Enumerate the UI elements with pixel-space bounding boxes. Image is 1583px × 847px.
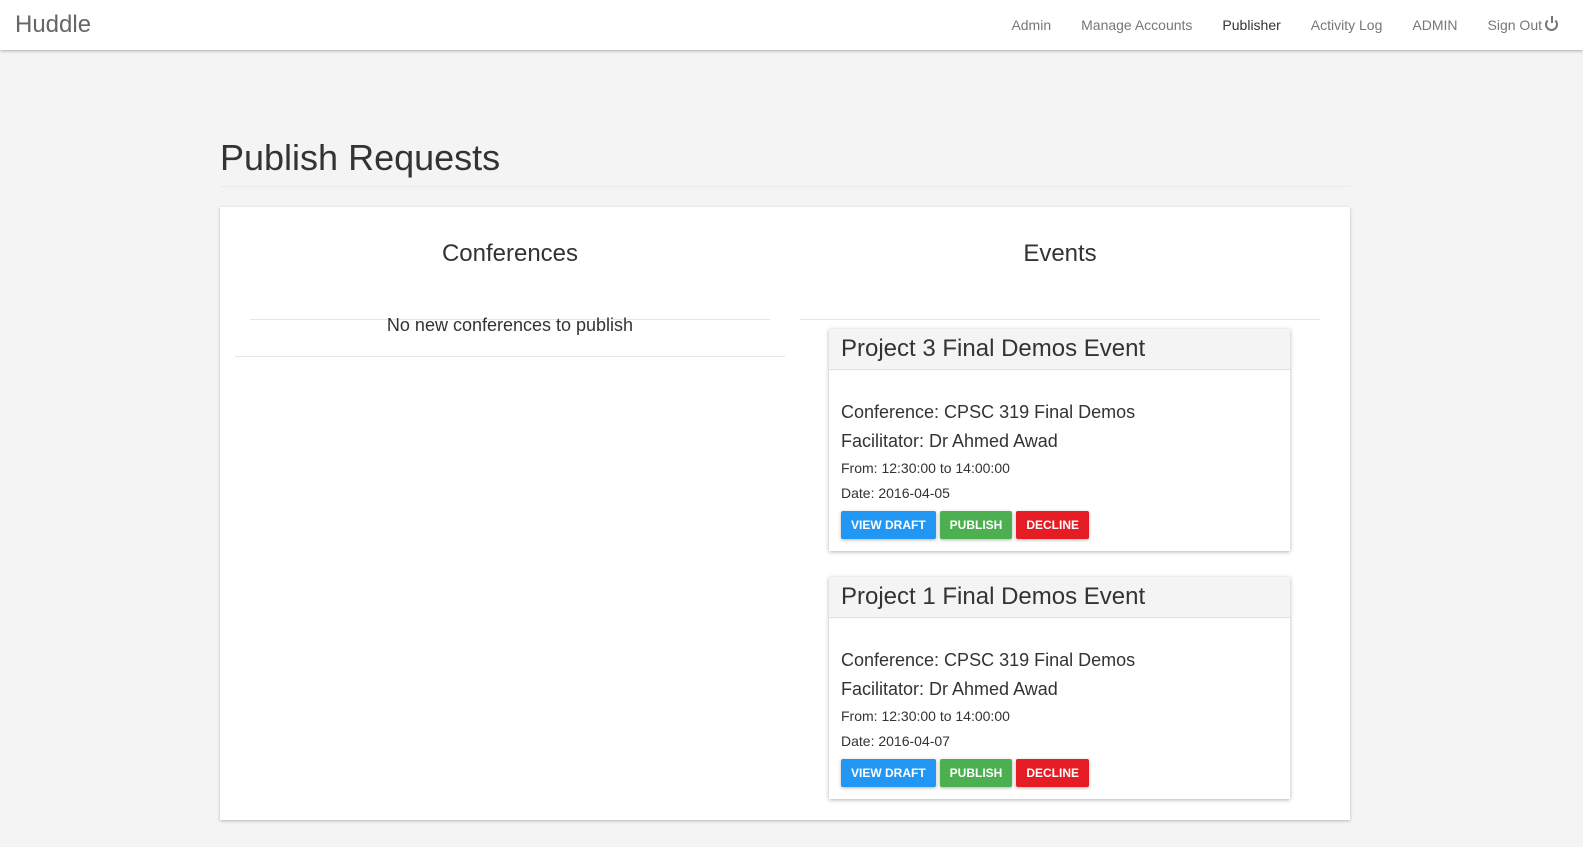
event-facilitator: Facilitator: Dr Ahmed Awad xyxy=(841,431,1058,451)
decline-button[interactable]: DECLINE xyxy=(1016,511,1090,539)
conferences-heading: Conferences xyxy=(250,240,770,320)
event-card: Project 1 Final Demos Event Conference: … xyxy=(829,577,1290,799)
divider xyxy=(220,186,1350,187)
event-conference: Conference: CPSC 319 Final Demos xyxy=(841,402,1136,422)
nav-manage-accounts[interactable]: Manage Accounts xyxy=(1081,17,1192,33)
view-draft-button[interactable]: VIEW DRAFT xyxy=(841,511,936,539)
publish-button[interactable]: PUBLISH xyxy=(939,759,1013,787)
power-icon xyxy=(1545,16,1558,31)
brand-logo[interactable]: Huddle xyxy=(15,11,91,39)
view-draft-button[interactable]: VIEW DRAFT xyxy=(841,759,936,787)
publish-button[interactable]: PUBLISH xyxy=(939,511,1013,539)
event-title: Project 1 Final Demos Event xyxy=(829,577,1290,618)
event-date: Date: 2016-04-05 xyxy=(841,485,950,501)
event-date: Date: 2016-04-07 xyxy=(841,733,950,749)
events-heading: Events xyxy=(800,240,1320,320)
event-conference: Conference: CPSC 319 Final Demos xyxy=(841,650,1136,670)
nav-activity-log[interactable]: Activity Log xyxy=(1311,17,1383,33)
decline-button[interactable]: DECLINE xyxy=(1016,759,1090,787)
event-facilitator: Facilitator: Dr Ahmed Awad xyxy=(841,679,1058,699)
requests-panel: Conferences No new conferences to publis… xyxy=(220,207,1350,820)
event-title: Project 3 Final Demos Event xyxy=(829,329,1290,370)
navbar: Huddle Admin Manage Accounts Publisher A… xyxy=(0,0,1583,50)
nav-admin[interactable]: Admin xyxy=(1011,17,1051,33)
conferences-empty-message: No new conferences to publish xyxy=(235,315,785,357)
event-card: Project 3 Final Demos Event Conference: … xyxy=(829,329,1290,551)
page-title: Publish Requests xyxy=(220,137,501,178)
event-time: From: 12:30:00 to 14:00:00 xyxy=(841,460,1010,476)
sign-out-label: Sign Out xyxy=(1487,17,1542,33)
nav-sign-out[interactable]: Sign Out xyxy=(1487,16,1558,33)
event-time: From: 12:30:00 to 14:00:00 xyxy=(841,708,1010,724)
nav-publisher[interactable]: Publisher xyxy=(1222,17,1280,33)
nav-user[interactable]: ADMIN xyxy=(1412,17,1457,33)
